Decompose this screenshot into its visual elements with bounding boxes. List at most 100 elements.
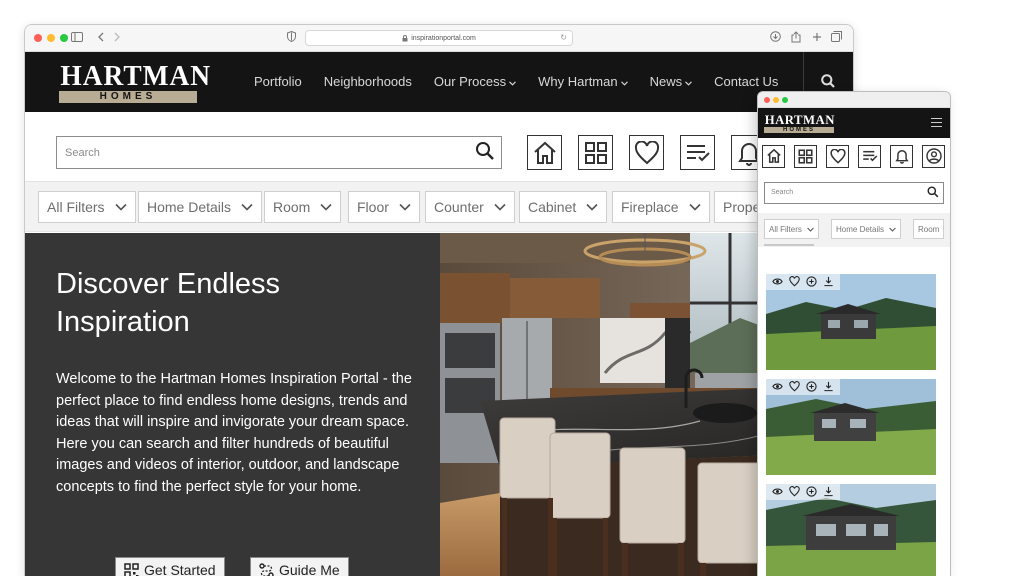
nav-item-our-process[interactable]: Our Process <box>434 74 517 89</box>
eye-icon[interactable] <box>772 381 783 392</box>
maximize-window-button[interactable] <box>60 34 68 42</box>
close-window-button[interactable] <box>764 97 770 103</box>
hamburger-menu-icon[interactable] <box>931 118 942 129</box>
boards-button[interactable] <box>578 135 613 170</box>
notifications-button[interactable] <box>890 144 913 168</box>
hero-description: Welcome to the Hartman Homes Inspiration… <box>56 371 412 495</box>
plus-circle-icon[interactable] <box>806 486 817 497</box>
list-check-icon <box>862 150 877 162</box>
chevron-down-icon <box>114 203 127 211</box>
heart-icon[interactable] <box>789 381 800 392</box>
brand-logo[interactable]: HARTMAN HOMES <box>764 113 834 133</box>
search-input[interactable] <box>57 137 457 168</box>
favorites-button[interactable] <box>826 144 849 168</box>
get-started-button[interactable]: Get Started <box>115 557 225 576</box>
nav-item-portfolio[interactable]: Portfolio <box>254 74 302 89</box>
chevron-down-icon <box>586 203 598 211</box>
home-button[interactable] <box>527 135 562 170</box>
search-box <box>56 136 502 169</box>
filter-bar: All Filters Home Details Room Floor Coun… <box>25 182 853 232</box>
heart-icon <box>634 140 659 164</box>
mobile-search-input[interactable]: Search <box>771 189 793 196</box>
search-icon[interactable] <box>927 186 939 200</box>
shield-icon[interactable] <box>287 30 296 45</box>
lock-icon <box>402 34 408 41</box>
minimize-window-button[interactable] <box>773 97 779 103</box>
search-icon[interactable] <box>475 141 495 166</box>
search-toolbar <box>25 112 853 182</box>
plus-circle-icon[interactable] <box>806 381 817 392</box>
filter-all-filters[interactable]: All Filters <box>38 191 136 223</box>
download-icon[interactable] <box>823 381 834 392</box>
chevron-down-icon <box>241 203 253 211</box>
filter-home-details[interactable]: Home Details <box>138 191 263 223</box>
filter-scroll-indicator[interactable] <box>764 244 814 246</box>
maximize-window-button[interactable] <box>782 97 788 103</box>
share-icon[interactable] <box>791 31 801 46</box>
eye-icon[interactable] <box>772 486 783 497</box>
address-bar[interactable]: inspirationportal.com ↻ <box>305 30 573 46</box>
download-icon[interactable] <box>823 486 834 497</box>
chevron-down-icon <box>320 203 332 211</box>
nav-item-news[interactable]: News <box>650 74 693 89</box>
filter-fireplace[interactable]: Fireplace <box>612 191 710 223</box>
site-header: HARTMAN HOMES Portfolio Neighborhoods Ou… <box>25 52 853 112</box>
reload-icon[interactable]: ↻ <box>560 33 567 42</box>
mobile-search-box[interactable]: Search <box>764 182 944 204</box>
chevron-down-icon <box>689 203 701 211</box>
nav-item-neighborhoods[interactable]: Neighborhoods <box>324 74 412 89</box>
chevron-down-icon <box>620 81 628 86</box>
heart-icon[interactable] <box>789 276 800 287</box>
route-icon <box>259 562 274 576</box>
home-icon <box>766 148 781 163</box>
favorites-button[interactable] <box>629 135 664 170</box>
checklist-button[interactable] <box>858 144 881 168</box>
brand-logo[interactable]: HARTMAN HOMES <box>59 63 210 103</box>
new-tab-icon[interactable] <box>812 31 822 45</box>
desktop: inspirationportal.com ↻ HARTMAN HOMES Po… <box>0 0 1024 576</box>
chevron-down-icon <box>889 227 896 232</box>
plus-circle-icon[interactable] <box>806 276 817 287</box>
forward-icon[interactable] <box>113 31 121 45</box>
close-window-button[interactable] <box>34 34 42 42</box>
gallery-card[interactable] <box>766 274 936 370</box>
account-button[interactable] <box>922 144 945 168</box>
tab-overview-icon[interactable] <box>831 31 842 45</box>
mobile-preview-window: HARTMAN HOMES Search All Filters Home De… <box>757 91 951 576</box>
gallery-card[interactable] <box>766 484 936 576</box>
chevron-down-icon <box>807 227 814 232</box>
minimize-window-button[interactable] <box>47 34 55 42</box>
download-icon[interactable] <box>823 276 834 287</box>
sidebar-toggle-icon[interactable] <box>71 31 83 45</box>
nav-item-why-hartman[interactable]: Why Hartman <box>538 74 628 89</box>
filter-home-details[interactable]: Home Details <box>831 219 902 239</box>
filter-floor[interactable]: Floor <box>348 191 420 223</box>
card-actions <box>766 379 840 395</box>
guide-me-button[interactable]: Guide Me <box>250 557 349 576</box>
boards-button[interactable] <box>794 144 817 168</box>
browser-window: inspirationportal.com ↻ HARTMAN HOMES Po… <box>24 24 854 576</box>
browser-toolbar: inspirationportal.com ↻ <box>25 25 853 52</box>
filter-cabinet[interactable]: Cabinet <box>519 191 608 223</box>
eye-icon[interactable] <box>772 276 783 287</box>
nav-item-contact-us[interactable]: Contact Us <box>714 74 778 89</box>
download-icon[interactable] <box>770 31 781 45</box>
card-actions <box>766 274 840 290</box>
hero-section: Discover Endless Inspiration Welcome to … <box>25 233 853 576</box>
home-button[interactable] <box>762 144 785 168</box>
filter-room[interactable]: Room <box>913 219 945 239</box>
filter-counter[interactable]: Counter <box>425 191 515 223</box>
mobile-tool-row <box>758 138 950 174</box>
gallery-card[interactable] <box>766 379 936 475</box>
back-icon[interactable] <box>97 31 105 45</box>
heart-icon[interactable] <box>789 486 800 497</box>
chevron-down-icon <box>494 203 506 211</box>
filter-all-filters[interactable]: All Filters <box>764 219 819 239</box>
checklist-button[interactable] <box>680 135 715 170</box>
mobile-filter-bar: All Filters Home Details Room <box>758 213 950 247</box>
mobile-site-header: HARTMAN HOMES <box>758 108 950 138</box>
user-icon <box>925 148 942 164</box>
hero-title: Discover Endless Inspiration <box>56 268 281 338</box>
search-icon[interactable] <box>821 74 835 92</box>
filter-room[interactable]: Room <box>264 191 342 223</box>
